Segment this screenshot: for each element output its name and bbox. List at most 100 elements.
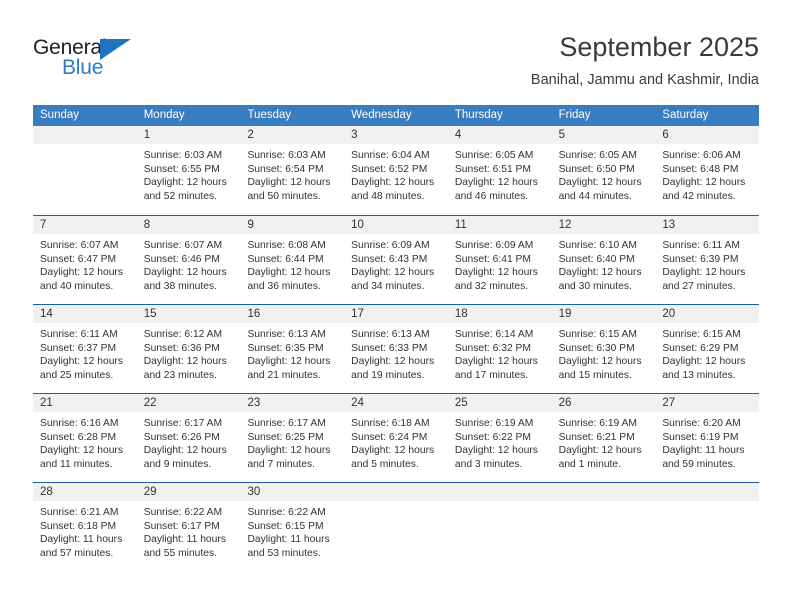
sunset-text: Sunset: 6:21 PM [558, 431, 635, 443]
sunset-text: Sunset: 6:25 PM [247, 431, 324, 443]
day-number-band: 2 [240, 126, 345, 144]
day-number-band: 27 [655, 394, 760, 412]
day-details: Sunrise: 6:09 AM Sunset: 6:41 PM Daylight:… [448, 234, 552, 293]
weekday-header-thursday: Thursday [454, 109, 503, 121]
day-number-band: 9 [240, 216, 345, 234]
sunset-text: Sunset: 6:17 PM [143, 520, 220, 532]
day-cell-empty [33, 126, 137, 215]
day-cell[interactable]: 27 Sunrise: 6:20 AM Sunset: 6:19 PM Dayligh… [655, 394, 760, 482]
day-number-band: 26 [551, 394, 656, 412]
daylight-text-line1: Daylight: 12 hours [247, 356, 331, 368]
day-number: 6 [662, 129, 669, 141]
sunset-text: Sunset: 6:18 PM [40, 520, 117, 532]
sunrise-text: Sunrise: 6:06 AM [662, 150, 741, 161]
day-cell[interactable]: 19 Sunrise: 6:15 AM Sunset: 6:30 PM Dayligh… [551, 305, 656, 393]
day-number-band: 4 [447, 126, 552, 144]
day-number-band: 18 [447, 305, 552, 323]
sunrise-text: Sunrise: 6:13 AM [247, 329, 326, 340]
general-blue-logo[interactable]: General Blue [33, 36, 163, 82]
daylight-text-line2: and 17 minutes. [454, 369, 529, 381]
day-cell[interactable]: 30 Sunrise: 6:22 AM Sunset: 6:15 PM Dayligh… [240, 483, 345, 571]
sunrise-text: Sunrise: 6:11 AM [40, 329, 118, 340]
day-cell[interactable]: 2 Sunrise: 6:03 AM Sunset: 6:54 PM Daylight… [240, 126, 345, 215]
day-cell[interactable]: 21 Sunrise: 6:16 AM Sunset: 6:28 PM Dayligh… [33, 394, 137, 482]
day-cell[interactable]: 12 Sunrise: 6:10 AM Sunset: 6:40 PM Dayligh… [551, 216, 656, 304]
sunset-text: Sunset: 6:40 PM [558, 253, 635, 265]
sunset-text: Sunset: 6:39 PM [662, 253, 739, 265]
day-cell[interactable]: 8 Sunrise: 6:07 AM Sunset: 6:46 PM Daylight… [136, 216, 241, 304]
day-number-band: 29 [136, 483, 241, 501]
sunrise-text: Sunrise: 6:18 AM [351, 418, 430, 429]
calendar-page: General Blue September 2025 Banihal, Jam… [0, 0, 792, 612]
day-number-band: 21 [33, 394, 137, 412]
calendar-grid: Sunday Monday Tuesday Wednesday Thursday… [33, 105, 760, 571]
sunset-text: Sunset: 6:37 PM [40, 342, 117, 354]
day-details: Sunrise: 6:22 AM Sunset: 6:15 PM Daylight:… [240, 501, 344, 560]
day-cell[interactable]: 6 Sunrise: 6:06 AM Sunset: 6:48 PM Daylight… [655, 126, 760, 215]
sunset-text: Sunset: 6:15 PM [247, 520, 324, 532]
sunset-text: Sunset: 6:36 PM [143, 342, 220, 354]
day-cell[interactable]: 29 Sunrise: 6:22 AM Sunset: 6:17 PM Dayligh… [136, 483, 241, 571]
day-cell[interactable]: 22 Sunrise: 6:17 AM Sunset: 6:26 PM Dayligh… [136, 394, 241, 482]
day-details: Sunrise: 6:17 AM Sunset: 6:26 PM Daylight:… [137, 412, 241, 471]
sunrise-text: Sunrise: 6:22 AM [247, 507, 326, 518]
daylight-text-line2: and 44 minutes. [558, 190, 632, 202]
day-number-band: 14 [33, 305, 137, 323]
sunrise-text: Sunrise: 6:07 AM [40, 240, 119, 251]
sunset-text: Sunset: 6:47 PM [40, 253, 117, 265]
day-number: 11 [454, 219, 467, 231]
day-cell[interactable]: 26 Sunrise: 6:19 AM Sunset: 6:21 PM Dayligh… [551, 394, 656, 482]
daylight-text-line2: and 30 minutes. [558, 280, 632, 292]
day-cell[interactable]: 17 Sunrise: 6:13 AM Sunset: 6:33 PM Dayligh… [344, 305, 448, 393]
day-cell[interactable]: 10 Sunrise: 6:09 AM Sunset: 6:43 PM Dayligh… [344, 216, 448, 304]
day-cell[interactable]: 3 Sunrise: 6:04 AM Sunset: 6:52 PM Daylight… [344, 126, 448, 215]
day-cell[interactable]: 28 Sunrise: 6:21 AM Sunset: 6:18 PM Dayligh… [33, 483, 137, 571]
title-block: September 2025 Banihal, Jammu and Kashmi… [531, 30, 759, 90]
day-cell[interactable]: 11 Sunrise: 6:09 AM Sunset: 6:41 PM Dayligh… [447, 216, 552, 304]
day-cell[interactable]: 5 Sunrise: 6:05 AM Sunset: 6:50 PM Daylight… [551, 126, 656, 215]
day-details: Sunrise: 6:12 AM Sunset: 6:36 PM Daylight:… [137, 323, 241, 382]
day-number: 30 [247, 486, 261, 498]
sunset-text: Sunset: 6:19 PM [662, 431, 739, 443]
day-cell[interactable]: 24 Sunrise: 6:18 AM Sunset: 6:24 PM Dayligh… [344, 394, 448, 482]
day-cell[interactable]: 4 Sunrise: 6:05 AM Sunset: 6:51 PM Daylight… [447, 126, 552, 215]
week-row: 14 Sunrise: 6:11 AM Sunset: 6:37 PM Dayligh… [33, 304, 760, 393]
day-cell[interactable]: 15 Sunrise: 6:12 AM Sunset: 6:36 PM Dayligh… [136, 305, 241, 393]
day-cell[interactable]: 20 Sunrise: 6:15 AM Sunset: 6:29 PM Dayligh… [655, 305, 760, 393]
day-details: Sunrise: 6:06 AM Sunset: 6:48 PM Daylight:… [655, 144, 759, 203]
weekday-header-wednesday: Wednesday [351, 109, 412, 121]
daylight-text-line1: Daylight: 12 hours [143, 267, 227, 279]
day-number: 26 [558, 397, 572, 409]
day-number: 3 [351, 129, 358, 141]
sunset-text: Sunset: 6:24 PM [351, 431, 428, 443]
day-cell[interactable]: 25 Sunrise: 6:19 AM Sunset: 6:22 PM Dayligh… [447, 394, 552, 482]
daylight-text-line2: and 40 minutes. [40, 280, 114, 292]
day-cell[interactable]: 13 Sunrise: 6:11 AM Sunset: 6:39 PM Dayligh… [655, 216, 760, 304]
day-cell[interactable]: 16 Sunrise: 6:13 AM Sunset: 6:35 PM Dayligh… [240, 305, 345, 393]
daylight-text-line1: Daylight: 12 hours [247, 177, 331, 189]
daylight-text-line2: and 52 minutes. [143, 190, 217, 202]
day-cell[interactable]: 23 Sunrise: 6:17 AM Sunset: 6:25 PM Dayligh… [240, 394, 345, 482]
day-cell[interactable]: 9 Sunrise: 6:08 AM Sunset: 6:44 PM Daylight… [240, 216, 345, 304]
weekday-header-row: Sunday Monday Tuesday Wednesday Thursday… [33, 105, 759, 126]
day-details: Sunrise: 6:18 AM Sunset: 6:24 PM Daylight:… [344, 412, 448, 471]
day-details: Sunrise: 6:15 AM Sunset: 6:30 PM Daylight:… [552, 323, 656, 382]
day-cell[interactable]: 14 Sunrise: 6:11 AM Sunset: 6:37 PM Dayligh… [33, 305, 137, 393]
daylight-text-line2: and 57 minutes. [40, 547, 114, 559]
daylight-text-line2: and 25 minutes. [40, 369, 114, 381]
sunrise-text: Sunrise: 6:17 AM [247, 418, 326, 429]
daylight-text-line2: and 48 minutes. [351, 190, 425, 202]
day-cell[interactable]: 1 Sunrise: 6:03 AM Sunset: 6:55 PM Daylight… [136, 126, 241, 215]
sunrise-text: Sunrise: 6:12 AM [143, 329, 223, 340]
sunrise-text: Sunrise: 6:03 AM [247, 150, 326, 161]
day-number: 17 [351, 308, 364, 320]
day-cell-empty [655, 483, 760, 571]
day-cell-empty [344, 483, 448, 571]
logo-text-blue: Blue [62, 56, 104, 79]
daylight-text-line1: Daylight: 12 hours [662, 356, 746, 368]
day-cell[interactable]: 7 Sunrise: 6:07 AM Sunset: 6:47 PM Daylight… [33, 216, 137, 304]
day-number: 25 [454, 397, 468, 409]
sunrise-text: Sunrise: 6:22 AM [143, 507, 223, 518]
day-cell[interactable]: 18 Sunrise: 6:14 AM Sunset: 6:32 PM Dayligh… [447, 305, 552, 393]
sunset-text: Sunset: 6:50 PM [558, 163, 635, 175]
